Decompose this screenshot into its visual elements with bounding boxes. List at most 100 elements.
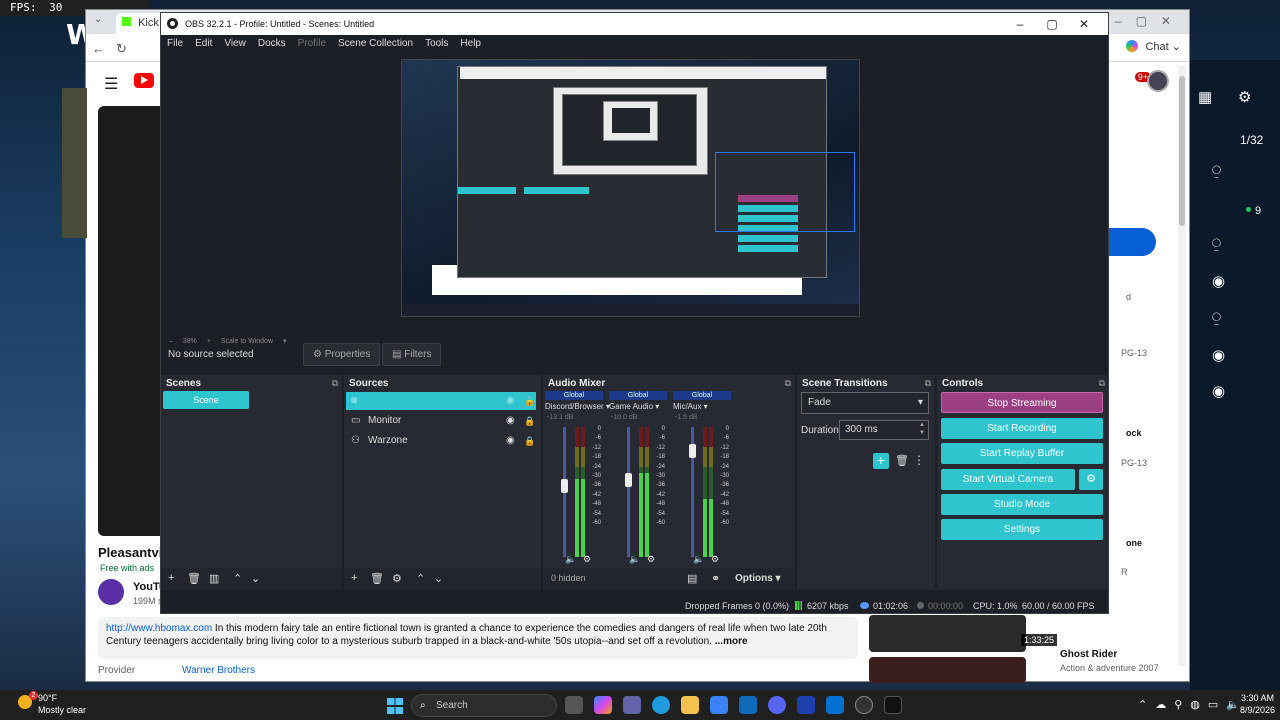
back-icon[interactable]: ← [92,41,105,56]
move-down-icon[interactable]: ⌄ [251,572,260,585]
trash-icon[interactable]: 🗑 [370,572,384,585]
playstation-icon[interactable]: ◉ [1212,382,1225,400]
playstation-icon[interactable]: ◉ [1212,272,1225,290]
menu-file[interactable]: File [161,35,189,52]
hamburger-menu-icon[interactable]: ☰ [104,74,118,94]
friend-icon[interactable]: ⍜ [1212,309,1221,326]
speaker-icon[interactable]: 🔈 [565,554,576,565]
lock-icon[interactable]: 🔒 [524,392,535,410]
menu-help[interactable]: Help [454,35,487,52]
game-app-icon[interactable] [884,696,902,714]
browser-window-controls[interactable]: –▢✕ [1115,14,1185,28]
gear-icon[interactable]: ⚙ [583,554,591,565]
spinner-icon[interactable]: ▲ ▼ [919,421,925,437]
move-down-icon[interactable]: ⌄ [434,572,443,585]
chat-button[interactable]: Chat ⌄ [1126,40,1181,53]
channel-avatar[interactable] [98,579,124,605]
menu-edit[interactable]: Edit [189,35,218,52]
description-link[interactable]: http://www.hbomax.com [106,623,212,634]
link-icon[interactable]: ⚭ [711,572,720,585]
eye-icon[interactable]: ◉ [506,392,515,410]
refresh-icon[interactable]: ↻ [116,41,127,57]
preview-canvas[interactable] [401,59,860,317]
provider-value[interactable]: Warner Brothers [182,665,255,676]
trash-icon[interactable]: 🗑 [187,572,201,585]
start-replay-buffer-button[interactable]: Start Replay Buffer [941,443,1103,464]
scene-item[interactable]: Scene [163,391,249,409]
trash-icon[interactable]: 🗑 [895,454,909,467]
virtual-camera-settings-button[interactable]: ⚙ [1079,469,1103,490]
options-button[interactable]: Options ▾ [735,573,781,584]
undock-icon[interactable]: ⧉ [332,378,338,389]
source-row-monitor[interactable]: ▭ Monitor ◉ 🔒 [346,412,536,430]
volume-fader-handle[interactable] [561,479,568,494]
menu-scene-collection[interactable]: Scene Collection [332,35,419,52]
source-row-warzone[interactable]: ⚇ Warzone ◉ 🔒 [346,432,536,450]
teams-icon[interactable] [623,696,641,714]
lock-icon[interactable]: 🔒 [524,432,535,450]
app-icon[interactable] [797,696,815,714]
move-up-icon[interactable]: ⌃ [233,572,242,585]
mixer-channel-name[interactable]: Discord/Browser ▾ [545,402,610,411]
undock-icon[interactable]: ⧉ [785,378,791,389]
avatar[interactable] [1147,70,1169,92]
playstation-icon[interactable]: ◉ [1212,346,1225,364]
undock-icon[interactable]: ⧉ [1099,378,1105,389]
store-icon[interactable] [710,696,728,714]
close-icon[interactable]: ✕ [1068,13,1100,35]
volume-fader-handle[interactable] [625,473,632,488]
undock-icon[interactable]: ⧉ [925,378,931,389]
add-icon[interactable]: + [351,572,357,584]
outlook-icon[interactable] [739,696,757,714]
windows-start-icon[interactable] [387,698,403,714]
system-tray[interactable]: ⌃☁⚲◍▭🔈 [1138,698,1248,711]
menu-tools[interactable]: Tools [419,35,454,52]
description-more-link[interactable]: ...more [712,636,748,647]
gear-icon[interactable]: ⚙ [711,554,719,565]
speaker-icon[interactable]: 🔈 [693,554,704,565]
add-icon[interactable]: + [168,572,174,584]
mixer-channel-name[interactable]: Game Audio ▾ [609,402,659,411]
eye-icon[interactable]: ◉ [506,412,515,430]
add-transition-button[interactable]: + [873,453,889,469]
volume-fader-track[interactable] [627,427,630,557]
obs-titlebar[interactable]: OBS 32.2.1 - Profile: Untitled - Scenes:… [161,13,1108,35]
rec-title[interactable]: Ghost Rider [1060,649,1117,660]
chevron-down-icon[interactable]: ▾ [701,402,708,411]
layout-icon[interactable]: ▤ [687,572,697,585]
grid-icon[interactable]: ▦ [1198,88,1212,106]
obs-taskbar-icon[interactable] [855,696,873,714]
clock[interactable]: 3:30 AM 8/9/2026 [1240,692,1275,716]
stop-streaming-button[interactable]: Stop Streaming [941,392,1103,413]
playstation-icon[interactable] [826,696,844,714]
description-box[interactable]: http://www.hbomax.com In this modern fai… [98,617,858,659]
properties-button[interactable]: ⚙ Properties [303,343,381,366]
start-virtual-camera-button[interactable]: Start Virtual Camera [941,469,1075,490]
gear-icon[interactable]: ⚙ [1238,88,1251,106]
maximize-icon[interactable]: ▢ [1036,13,1068,35]
menu-profile[interactable]: Profile [292,35,332,52]
youtube-logo-icon[interactable] [134,73,154,88]
edge-icon[interactable] [652,696,670,714]
start-recording-button[interactable]: Start Recording [941,418,1103,439]
filters-button[interactable]: ▤ Filters [382,343,442,366]
page-scrollbar[interactable] [1178,66,1186,666]
filter-icon[interactable]: ▥ [209,572,219,585]
chevron-down-icon[interactable]: ▾ [653,402,659,411]
task-view-icon[interactable] [565,696,583,714]
duration-input[interactable]: 300 ms ▲ ▼ [839,420,929,440]
rec-thumbnail[interactable] [869,615,1026,652]
move-up-icon[interactable]: ⌃ [416,572,425,585]
friend-icon[interactable]: ⍜ [1212,162,1221,179]
volume-fader-handle[interactable] [689,444,696,459]
minimize-icon[interactable]: – [1004,13,1036,35]
copilot-icon[interactable] [594,696,612,714]
mixer-channel-name[interactable]: Mic/Aux ▾ [673,402,708,411]
taskbar-search[interactable]: ⌕ Search [411,694,557,717]
studio-mode-button[interactable]: Studio Mode [941,494,1103,515]
source-row-webcam[interactable]: ◙ Webcam ◉ 🔒 [346,392,536,410]
gear-icon[interactable]: ⚙ [392,572,402,585]
menu-view[interactable]: View [218,35,252,52]
menu-docks[interactable]: Docks [252,35,292,52]
transition-select[interactable]: Fade [801,392,929,414]
